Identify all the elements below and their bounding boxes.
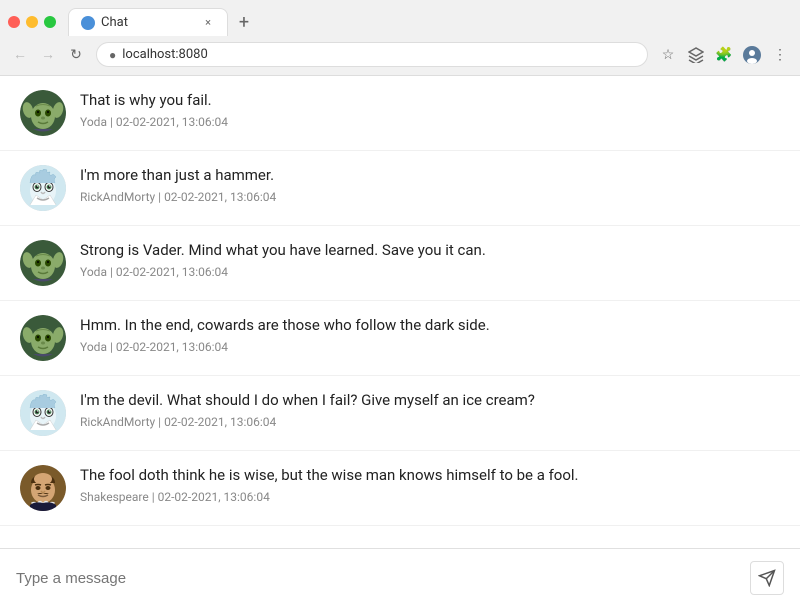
- message-content: I'm more than just a hammer. RickAndMorty…: [80, 165, 780, 204]
- avatar: [20, 90, 66, 136]
- message-text: Hmm. In the end, cowards are those who f…: [80, 315, 780, 336]
- forward-button[interactable]: →: [36, 43, 60, 67]
- avatar: [20, 240, 66, 286]
- active-tab[interactable]: Chat ×: [68, 8, 228, 36]
- message-meta: RickAndMorty | 02-02-2021, 13:06:04: [80, 415, 780, 429]
- list-item: The fool doth think he is wise, but the …: [0, 451, 800, 526]
- message-meta: RickAndMorty | 02-02-2021, 13:06:04: [80, 190, 780, 204]
- message-content: That is why you fail. Yoda | 02-02-2021, …: [80, 90, 780, 129]
- message-meta: Shakespeare | 02-02-2021, 13:06:04: [80, 490, 780, 504]
- lock-icon: ●: [109, 48, 116, 62]
- avatar: [20, 465, 66, 511]
- message-content: Hmm. In the end, cowards are those who f…: [80, 315, 780, 354]
- list-item: Strong is Vader. Mind what you have lear…: [0, 226, 800, 301]
- reload-button[interactable]: ↻: [64, 43, 88, 67]
- avatar: [20, 165, 66, 211]
- browser-actions: ☆ 🧩 ⋮: [656, 43, 792, 67]
- chat-messages: That is why you fail. Yoda | 02-02-2021, …: [0, 76, 800, 548]
- list-item: Hmm. In the end, cowards are those who f…: [0, 301, 800, 376]
- tab-favicon: [81, 16, 95, 30]
- message-meta: Yoda | 02-02-2021, 13:06:04: [80, 115, 780, 129]
- url-text: localhost:8080: [122, 47, 635, 62]
- minimize-button[interactable]: [26, 16, 38, 28]
- tab-bar: Chat × +: [0, 0, 800, 36]
- window-controls: [8, 16, 56, 28]
- address-bar: ← → ↻ ● localhost:8080 ☆ 🧩 ⋮: [0, 36, 800, 75]
- menu-icon[interactable]: ⋮: [768, 43, 792, 67]
- list-item: I'm more than just a hammer. RickAndMorty…: [0, 151, 800, 226]
- layers-icon[interactable]: [684, 43, 708, 67]
- message-content: I'm the devil. What should I do when I f…: [80, 390, 780, 429]
- list-item: That is why you fail. Yoda | 02-02-2021, …: [0, 76, 800, 151]
- send-button[interactable]: [750, 561, 784, 595]
- maximize-button[interactable]: [44, 16, 56, 28]
- close-button[interactable]: [8, 16, 20, 28]
- new-tab-button[interactable]: +: [232, 10, 256, 34]
- message-text: The fool doth think he is wise, but the …: [80, 465, 780, 486]
- back-button[interactable]: ←: [8, 43, 32, 67]
- avatar: [20, 390, 66, 436]
- url-bar[interactable]: ● localhost:8080: [96, 42, 648, 67]
- message-content: Strong is Vader. Mind what you have lear…: [80, 240, 780, 279]
- message-content: The fool doth think he is wise, but the …: [80, 465, 780, 504]
- avatar-icon[interactable]: [740, 43, 764, 67]
- tab-close-button[interactable]: ×: [201, 16, 215, 30]
- message-text: I'm more than just a hammer.: [80, 165, 780, 186]
- puzzle-icon[interactable]: 🧩: [712, 43, 736, 67]
- bookmark-icon[interactable]: ☆: [656, 43, 680, 67]
- input-area: [0, 548, 800, 607]
- nav-buttons: ← → ↻: [8, 43, 88, 67]
- list-item: I'm the devil. What should I do when I f…: [0, 376, 800, 451]
- message-meta: Yoda | 02-02-2021, 13:06:04: [80, 340, 780, 354]
- message-text: I'm the devil. What should I do when I f…: [80, 390, 780, 411]
- browser-chrome: Chat × + ← → ↻ ● localhost:8080 ☆ 🧩: [0, 0, 800, 76]
- tab-title: Chat: [101, 15, 195, 30]
- message-text: Strong is Vader. Mind what you have lear…: [80, 240, 780, 261]
- message-text: That is why you fail.: [80, 90, 780, 111]
- message-meta: Yoda | 02-02-2021, 13:06:04: [80, 265, 780, 279]
- avatar: [20, 315, 66, 361]
- message-input[interactable]: [16, 570, 750, 587]
